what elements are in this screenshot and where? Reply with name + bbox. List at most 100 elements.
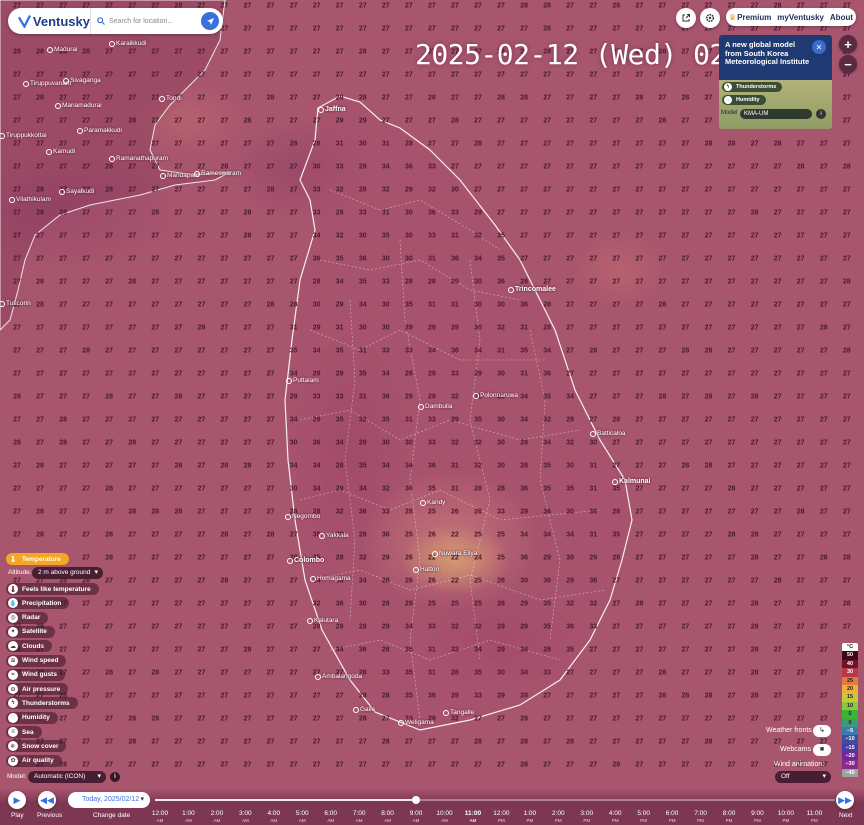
place-label[interactable]: Kamudi [45, 148, 75, 155]
timeline-hour[interactable]: 1:00 AM [173, 810, 203, 824]
altitude-select[interactable]: 2 m above ground [32, 567, 103, 579]
timeline-hour[interactable]: 2:00 AM [202, 810, 232, 824]
place-label[interactable]: Sivaganga [63, 77, 101, 84]
next-button[interactable]: ▶▶ [836, 791, 854, 809]
place-label[interactable]: Ramanathapuram [108, 155, 168, 162]
ventusky-logo[interactable]: Ventusky [8, 14, 90, 29]
weather-fronts-toggle[interactable]: ↳ [813, 725, 831, 737]
settings-button[interactable] [700, 8, 720, 28]
place-label[interactable]: Dambulla [417, 403, 452, 410]
my-ventusky-link[interactable]: myVentusky [777, 13, 824, 22]
timeline-hour[interactable]: 5:00 PM [629, 810, 659, 824]
place-label[interactable]: Rameswaram [193, 170, 241, 177]
place-label[interactable]: Galle [352, 706, 375, 713]
layer-item[interactable]: ◌ Humidity [6, 711, 58, 724]
locate-button[interactable] [201, 12, 219, 30]
layer-item[interactable]: ≈ Wind gusts [6, 668, 65, 681]
timeline-hour[interactable]: 12:00 AM [145, 810, 175, 824]
place-label[interactable]: Homagama [310, 575, 351, 582]
previous-button[interactable]: ◀◀ [38, 791, 56, 809]
place-label[interactable]: Manamadurai [55, 102, 102, 109]
temperature-legend[interactable]: °C 50 40 30 25 20 15 10 5 0 −5 −10 −15 −20 −30 −40 [842, 643, 858, 778]
place-label[interactable]: Kalmunai [612, 478, 651, 485]
timeline-hour[interactable]: 6:00 AM [316, 810, 346, 824]
zoom-out-button[interactable]: − [839, 55, 857, 73]
timeline-hour[interactable]: 10:00 AM [430, 810, 460, 824]
timeline-hour[interactable]: 7:00 PM [686, 810, 716, 824]
layer-item[interactable]: ◎ Radar [6, 611, 49, 624]
timeline-hour[interactable]: 8:00 PM [714, 810, 744, 824]
place-label[interactable]: Trincomalee [508, 286, 556, 293]
place-label[interactable]: Madurai [46, 46, 77, 53]
about-link[interactable]: About [830, 13, 853, 22]
model-select[interactable]: Automatic (ICON) [28, 771, 106, 783]
search-input[interactable]: Search for location... [90, 8, 201, 34]
webcam-icon[interactable]: ■ [813, 744, 831, 756]
place-label[interactable]: Tuticorin [0, 300, 31, 307]
promo-chip-humidity[interactable]: ◌ Humidity [722, 95, 766, 105]
place-label[interactable]: Yakkala [319, 532, 349, 539]
info-icon[interactable]: i [110, 772, 120, 782]
place-label[interactable]: Sayalkudi [58, 188, 94, 195]
play-button[interactable]: ▶ [8, 791, 26, 809]
layer-item[interactable]: ✿ Air quality [6, 754, 62, 767]
timeline-hour[interactable]: 1:00 PM [515, 810, 545, 824]
timeline-hour[interactable]: 11:00 PM [799, 810, 829, 824]
timeline-hour[interactable]: 9:00 PM [742, 810, 772, 824]
layer-item[interactable]: ❄ Snow cover [6, 740, 67, 753]
timeline-hour[interactable]: 3:00 PM [572, 810, 602, 824]
timeline-hour[interactable]: 4:00 PM [600, 810, 630, 824]
place-label[interactable]: Tangalle [442, 709, 474, 716]
place-label[interactable]: Paramakkudi [77, 127, 122, 134]
timeline-hour[interactable]: 12:00 PM [486, 810, 516, 824]
date-select[interactable]: Today, 2025/02/12 [68, 792, 150, 808]
place-label[interactable]: Vilathikulam [9, 196, 51, 203]
info-icon[interactable]: i [816, 109, 826, 119]
place-label[interactable]: Jaffna [318, 106, 346, 113]
place-label[interactable]: Puttalam [286, 377, 319, 384]
legend-step: 10 [842, 701, 858, 711]
timeline-hour[interactable]: 2:00 PM [543, 810, 573, 824]
hour-time: 1:00 [523, 810, 537, 817]
place-label[interactable]: Kandy [419, 499, 445, 506]
layer-item[interactable]: ✦ Satellite [6, 625, 55, 638]
timeline-hour[interactable]: 3:00 AM [230, 810, 260, 824]
hour-time: 9:00 [751, 810, 764, 817]
timeline-hour[interactable]: 8:00 AM [373, 810, 403, 824]
zoom-in-button[interactable]: + [839, 35, 857, 53]
layer-item[interactable]: ≋ Wind speed [6, 654, 67, 667]
promo-chip-thunderstorms[interactable]: ϟ Thunderstorms [722, 82, 783, 92]
layer-temperature[interactable]: 🌡 Temperature [6, 553, 69, 565]
timeline-hour[interactable]: 4:00 AM [259, 810, 289, 824]
timeline-hour[interactable]: 10:00 PM [771, 810, 801, 824]
place-label[interactable]: Batticaloa [590, 430, 626, 437]
close-icon[interactable]: ✕ [812, 40, 826, 54]
place-label[interactable]: Weligama [398, 719, 434, 726]
place-label[interactable]: Kalutara [306, 617, 338, 624]
layer-item[interactable]: ⊙ Air pressure [6, 683, 69, 696]
wind-animation-select[interactable]: Off [775, 771, 831, 783]
layer-item[interactable]: ☁ Clouds [6, 640, 53, 653]
timeline-hour[interactable]: 9:00 AM [401, 810, 431, 824]
place-label[interactable]: Tiruppukkottai [0, 132, 47, 139]
layer-item[interactable]: ≡ Sea [6, 726, 42, 738]
timeline-hour[interactable]: 11:00 AM [458, 810, 488, 824]
place-label[interactable]: Colombo [286, 557, 324, 564]
premium-link[interactable]: ♛Premium [729, 13, 771, 22]
timeline-hour[interactable]: 6:00 PM [657, 810, 687, 824]
place-label[interactable]: Ambalangoda [314, 673, 362, 680]
place-label[interactable]: Polonnaruwa [473, 392, 518, 399]
layer-item[interactable]: ϟ Thunderstorms [6, 697, 78, 710]
timeline-handle[interactable] [412, 796, 420, 804]
place-label[interactable]: Tondi [159, 95, 182, 102]
layer-item[interactable]: 💧 Precipitation [6, 597, 70, 610]
layer-item[interactable]: 🌡 Feels like temperature [6, 583, 99, 595]
timeline-hour[interactable]: 7:00 AM [344, 810, 374, 824]
timeline-hour[interactable]: 5:00 AM [287, 810, 317, 824]
share-button[interactable] [676, 8, 696, 28]
promo-model-select[interactable]: KMA-UM [740, 109, 812, 119]
place-label[interactable]: Hatton [412, 566, 439, 573]
place-label[interactable]: Nuwara Eliya [431, 550, 477, 557]
place-label[interactable]: Karaikkudi [108, 40, 146, 47]
place-label[interactable]: Negombo [284, 513, 320, 520]
